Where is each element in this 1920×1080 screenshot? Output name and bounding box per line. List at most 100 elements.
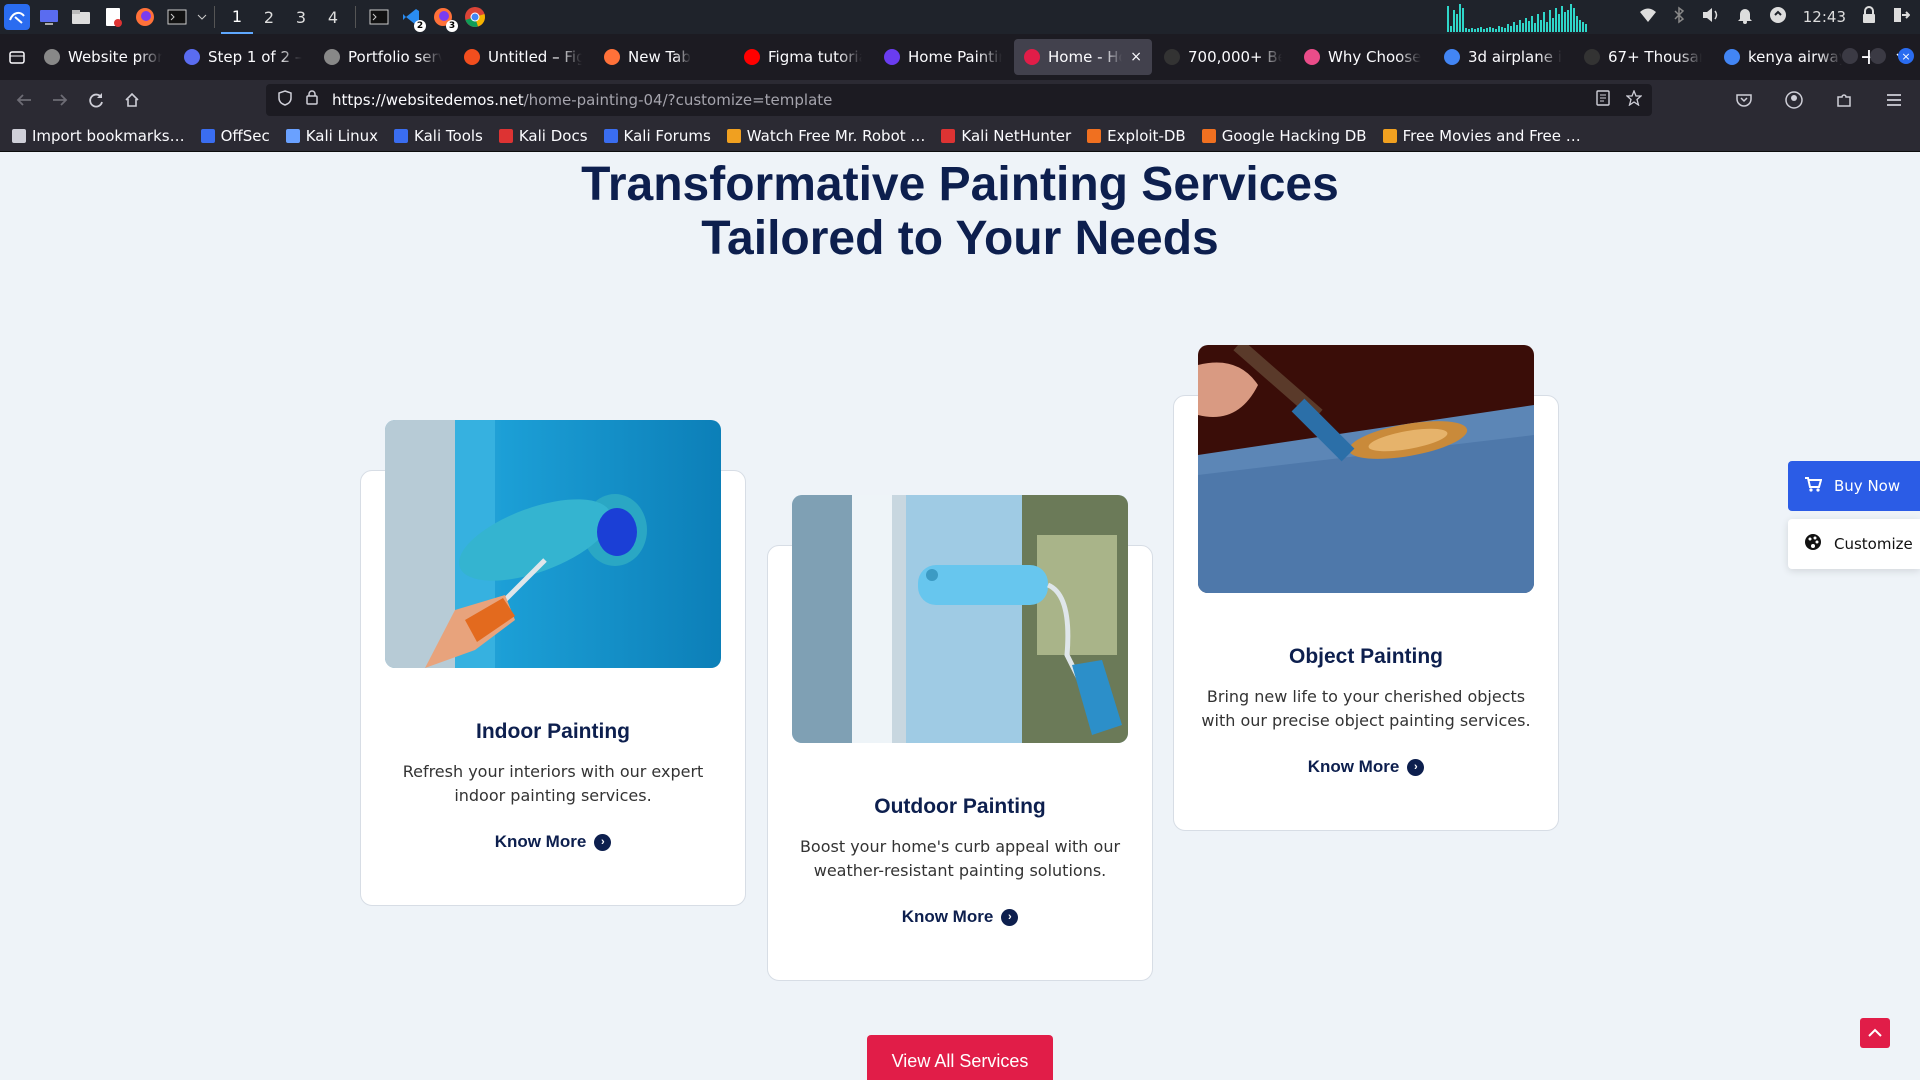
graph-bar bbox=[1464, 28, 1467, 32]
clock[interactable]: 12:43 bbox=[1803, 8, 1846, 26]
customize-button[interactable]: Customize bbox=[1788, 519, 1920, 569]
bookmark-favicon-icon bbox=[1201, 128, 1216, 143]
workspace-2[interactable]: 2 bbox=[253, 0, 285, 34]
graph-bar bbox=[1452, 10, 1455, 32]
browser-tab[interactable]: Figma tutoria bbox=[734, 39, 872, 75]
google-icon bbox=[1444, 49, 1460, 65]
know-more-label: Know More bbox=[494, 832, 587, 851]
network-activity-graph bbox=[1446, 2, 1623, 32]
close-tab-icon[interactable]: × bbox=[1130, 49, 1142, 65]
indoor-painting-image bbox=[385, 420, 721, 668]
graph-bar bbox=[1479, 27, 1482, 32]
graph-bar bbox=[1548, 10, 1551, 32]
browser-tab[interactable]: Why Choose bbox=[1294, 39, 1432, 75]
forward-arrow-icon[interactable] bbox=[42, 84, 78, 116]
graph-bar bbox=[1458, 4, 1461, 32]
bookmark-item[interactable]: OffSec bbox=[200, 127, 270, 145]
browser-tab[interactable]: 67+ Thousan bbox=[1574, 39, 1712, 75]
openai-icon bbox=[324, 49, 340, 65]
terminal-icon[interactable] bbox=[164, 4, 190, 30]
bookmark-label: Kali NetHunter bbox=[961, 126, 1072, 145]
bookmark-item[interactable]: Kali Linux bbox=[285, 127, 378, 145]
chevron-down-icon[interactable] bbox=[196, 4, 208, 30]
bookmark-item[interactable]: Free Movies and Free … bbox=[1382, 127, 1581, 145]
bookmark-favicon-icon bbox=[498, 128, 513, 143]
bookmark-item[interactable]: Kali Tools bbox=[394, 127, 483, 145]
close-window-button[interactable]: × bbox=[1898, 48, 1914, 64]
shield-icon[interactable] bbox=[278, 90, 292, 110]
bookmark-item[interactable]: Watch Free Mr. Robot … bbox=[726, 127, 925, 145]
desktop-icon[interactable] bbox=[36, 4, 62, 30]
kali-menu-icon[interactable] bbox=[4, 4, 30, 30]
bluetooth-icon[interactable] bbox=[1673, 6, 1685, 28]
graph-bar bbox=[1569, 4, 1572, 32]
bookmark-favicon-icon bbox=[603, 128, 618, 143]
firefox-window-icon[interactable]: 3 bbox=[430, 4, 458, 32]
know-more-link-outdoor[interactable]: Know More › bbox=[902, 907, 1019, 927]
workspace-3[interactable]: 3 bbox=[285, 0, 317, 34]
wifi-icon[interactable] bbox=[1639, 7, 1657, 27]
browser-tab[interactable]: 700,000+ Be bbox=[1154, 39, 1292, 75]
maximize-button[interactable] bbox=[1870, 48, 1886, 64]
bookmark-item[interactable]: Kali Forums bbox=[603, 127, 711, 145]
account-icon[interactable] bbox=[1776, 84, 1812, 116]
bookmark-item[interactable]: Kali NetHunter bbox=[941, 127, 1071, 145]
firefox-view-icon[interactable] bbox=[0, 49, 34, 65]
pocket-icon[interactable] bbox=[1726, 84, 1762, 116]
graph-bar bbox=[1557, 14, 1560, 32]
firefox-launcher-icon[interactable] bbox=[132, 4, 158, 30]
extensions-icon[interactable] bbox=[1826, 84, 1862, 116]
bookmark-item[interactable]: Exploit-DB bbox=[1087, 127, 1186, 145]
tab-label: 3d airplane ir bbox=[1468, 48, 1562, 66]
graph-bar bbox=[1473, 29, 1476, 32]
lock-icon[interactable] bbox=[1862, 6, 1876, 28]
lock-icon[interactable] bbox=[306, 90, 318, 110]
text-editor-icon[interactable] bbox=[100, 4, 126, 30]
home-icon[interactable] bbox=[114, 84, 150, 116]
graph-bar bbox=[1575, 16, 1578, 32]
reload-icon[interactable] bbox=[78, 84, 114, 116]
browser-tab[interactable]: Untitled – Fig bbox=[454, 39, 592, 75]
bookmark-star-icon[interactable] bbox=[1625, 89, 1643, 110]
window-controls: × bbox=[1842, 48, 1914, 64]
browser-tab[interactable]: kenya airway bbox=[1714, 39, 1852, 75]
chrome-icon[interactable] bbox=[462, 4, 488, 30]
minimize-button[interactable] bbox=[1842, 48, 1858, 64]
graph-bar bbox=[1539, 20, 1542, 32]
indoor-card-body: Indoor Painting Refresh your interiors w… bbox=[360, 720, 746, 852]
browser-tab[interactable]: Portfolio serv bbox=[314, 39, 452, 75]
file-manager-icon[interactable] bbox=[68, 4, 94, 30]
card-title: Object Painting bbox=[1288, 645, 1443, 668]
browser-tab[interactable]: Home Paintin bbox=[874, 39, 1012, 75]
scroll-to-top-button[interactable] bbox=[1860, 1018, 1890, 1048]
logout-icon[interactable] bbox=[1892, 6, 1911, 28]
know-more-link-object[interactable]: Know More › bbox=[1308, 757, 1425, 777]
notification-bell-icon[interactable] bbox=[1737, 6, 1753, 28]
know-more-link-indoor[interactable]: Know More › bbox=[495, 832, 612, 852]
bookmark-item[interactable]: Kali Docs bbox=[498, 127, 588, 145]
section-heading: Transformative Painting Services Tailore… bbox=[0, 158, 1920, 266]
vscode-icon[interactable]: 2 bbox=[398, 4, 426, 32]
volume-icon[interactable] bbox=[1701, 6, 1721, 28]
power-icon[interactable] bbox=[1769, 6, 1787, 28]
workspace-1[interactable]: 1 bbox=[221, 0, 253, 34]
reader-view-icon[interactable] bbox=[1596, 90, 1610, 110]
graph-bar bbox=[1578, 20, 1581, 32]
bookmark-favicon-icon bbox=[200, 128, 215, 143]
hamburger-menu-icon[interactable] bbox=[1876, 84, 1912, 116]
buy-now-button[interactable]: Buy Now bbox=[1788, 461, 1920, 511]
graph-bar bbox=[1476, 28, 1479, 32]
browser-tab[interactable]: Step 1 of 2 – I bbox=[174, 39, 312, 75]
bookmark-item[interactable]: Google Hacking DB bbox=[1201, 127, 1367, 145]
browser-tab[interactable]: Website pror bbox=[34, 39, 172, 75]
view-all-services-button[interactable]: View All Services bbox=[867, 1035, 1053, 1080]
browser-tab[interactable]: 3d airplane ir bbox=[1434, 39, 1572, 75]
browser-tab[interactable]: New Tab bbox=[594, 39, 732, 75]
back-arrow-icon[interactable] bbox=[6, 84, 42, 116]
browser-tab[interactable]: Home - Ho × bbox=[1014, 39, 1152, 75]
bookmark-label: Exploit-DB bbox=[1107, 126, 1186, 145]
workspace-4[interactable]: 4 bbox=[317, 0, 349, 34]
terminal-window-icon[interactable] bbox=[366, 4, 392, 30]
bookmark-item[interactable]: Import bookmarks… bbox=[12, 127, 185, 145]
address-bar[interactable]: https://websitedemos.net/home-painting-0… bbox=[266, 84, 1652, 116]
